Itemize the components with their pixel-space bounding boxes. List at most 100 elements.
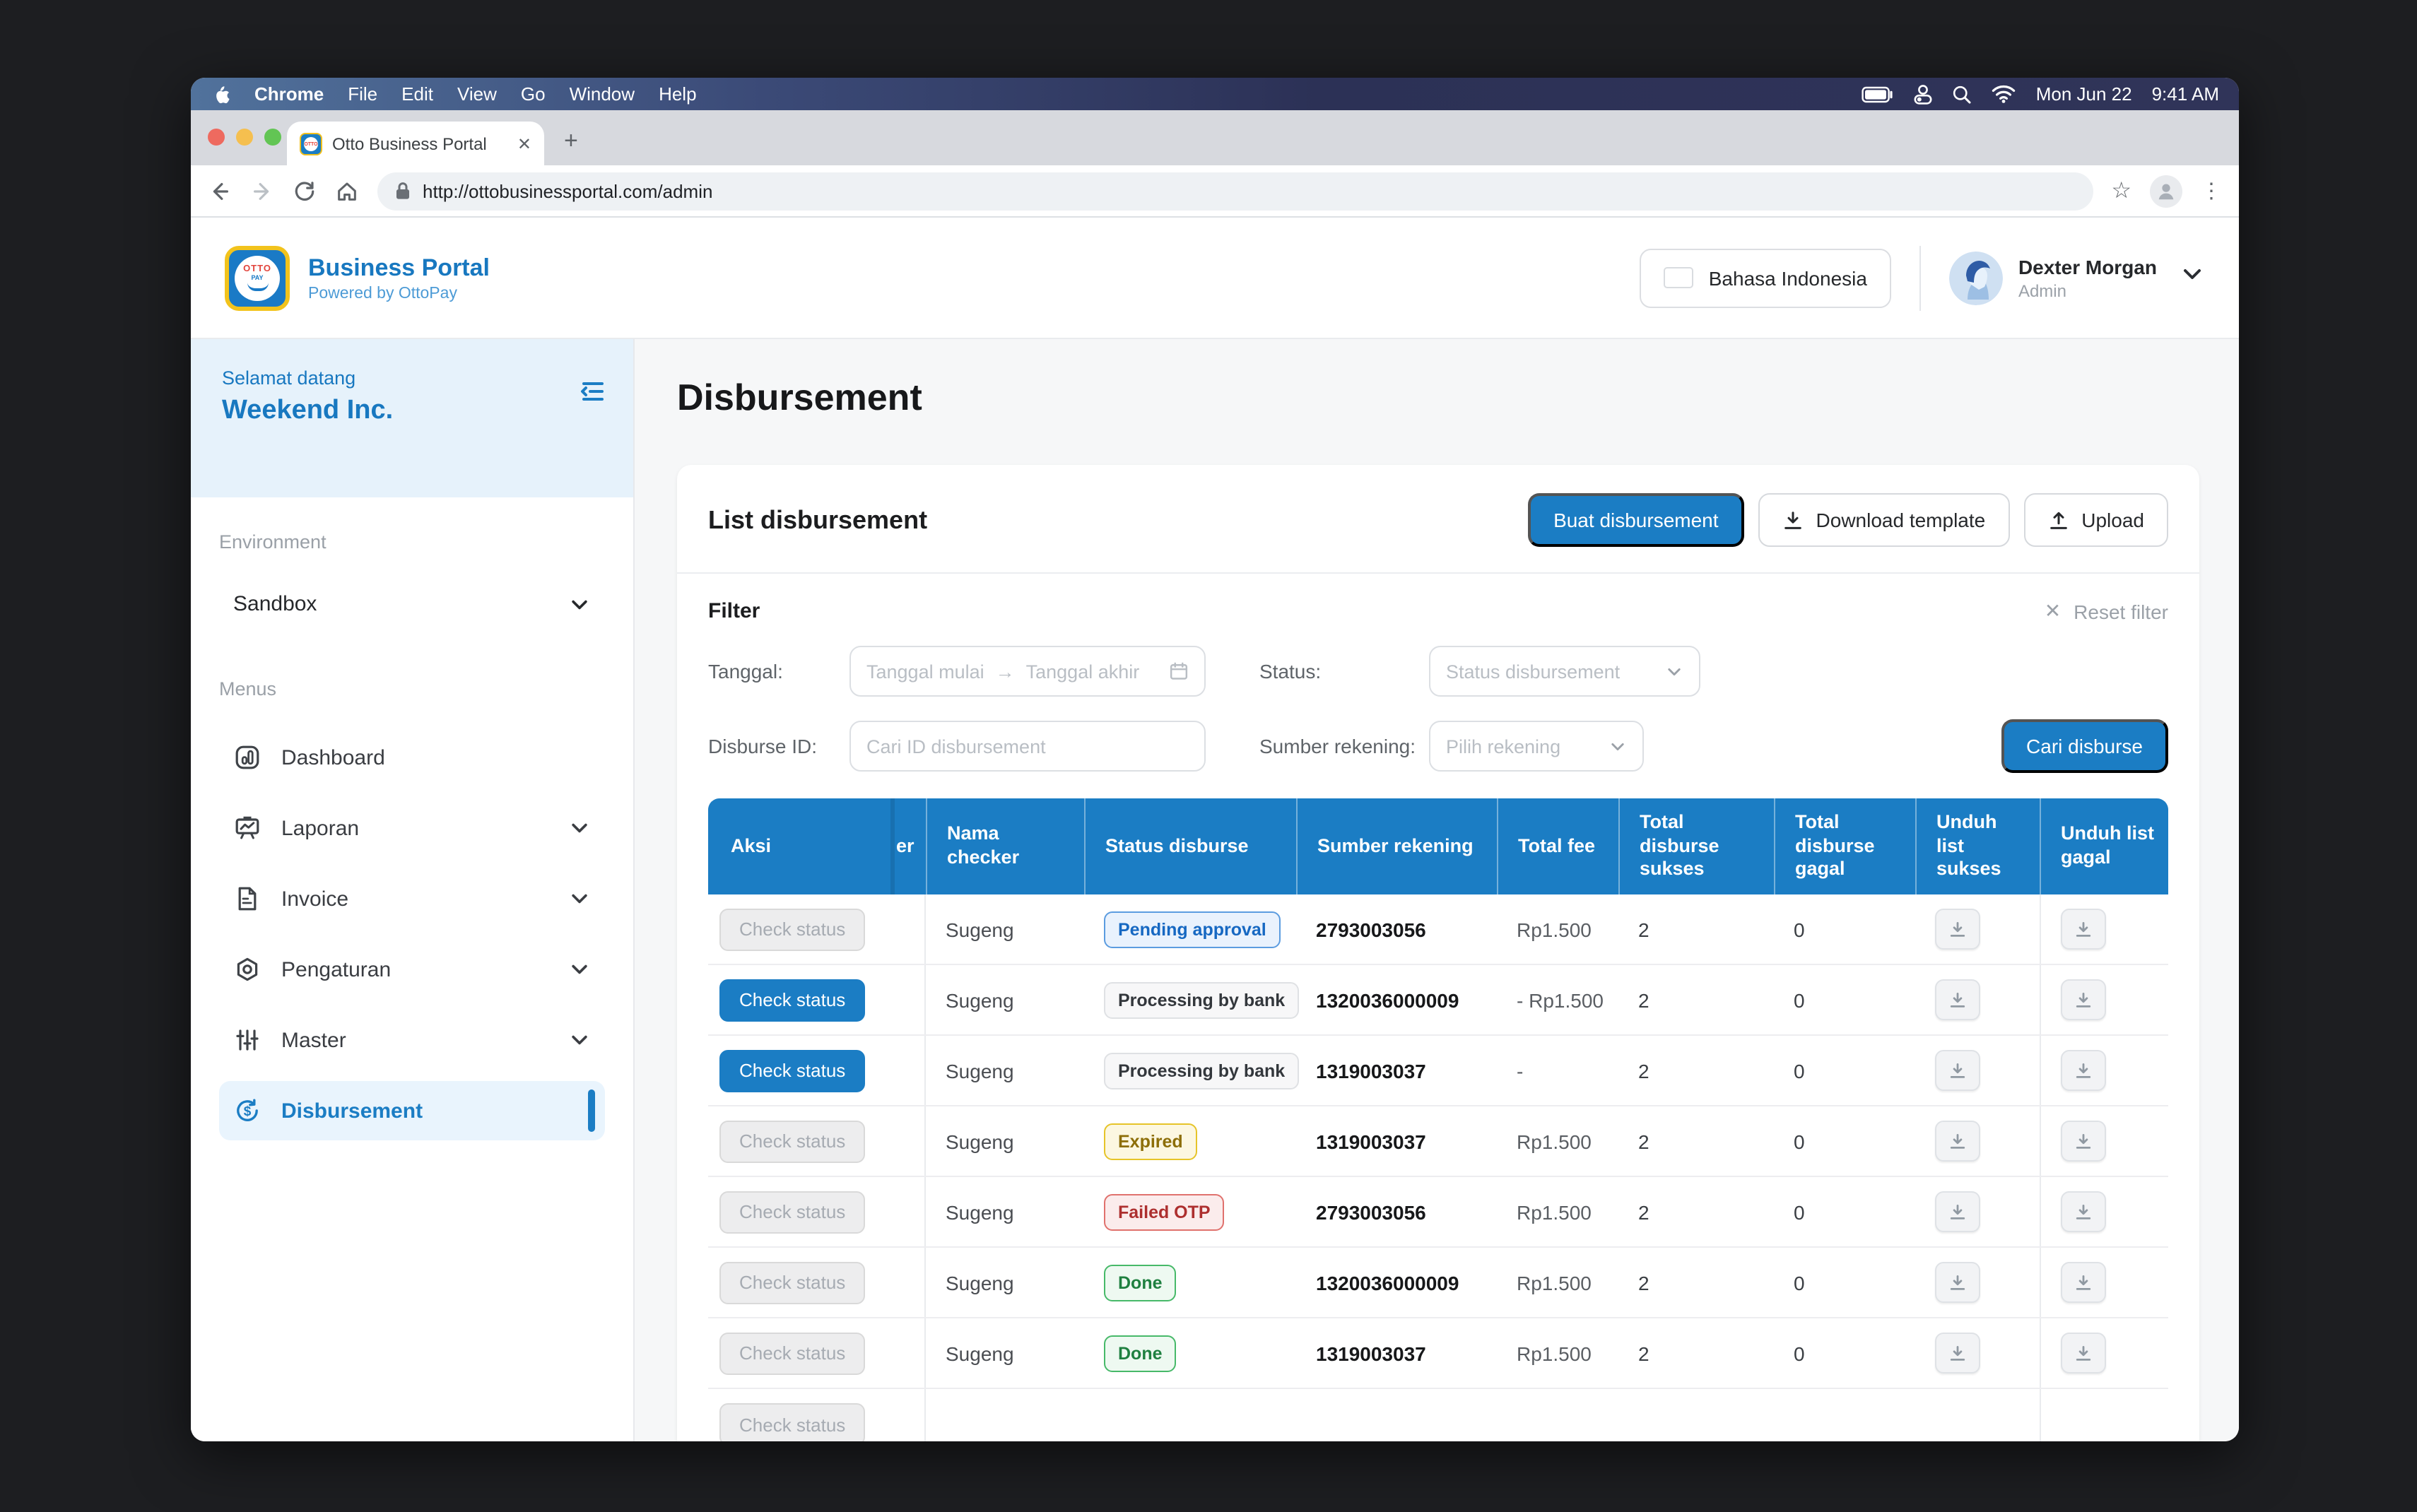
download-gagal-button[interactable] <box>2061 1262 2106 1303</box>
download-sukses-button[interactable] <box>1935 909 1980 950</box>
user-chevron-down-icon[interactable] <box>2180 261 2205 294</box>
sidebar-item-pengaturan[interactable]: Pengaturan <box>219 940 605 999</box>
menu-help[interactable]: Help <box>659 83 697 105</box>
control-center-icon[interactable] <box>1915 84 1933 104</box>
invoice-icon <box>233 885 261 913</box>
download-gagal-button[interactable] <box>2061 1191 2106 1232</box>
download-gagal-button[interactable] <box>2061 1121 2106 1162</box>
disburse-id-input[interactable] <box>866 736 1189 757</box>
filter-title: Filter <box>708 599 760 623</box>
sidebar-item-invoice[interactable]: Invoice <box>219 869 605 928</box>
status-select[interactable]: Status disbursement <box>1429 646 1700 697</box>
download-sukses-button[interactable] <box>1935 1050 1980 1091</box>
tab-close-icon[interactable]: ✕ <box>517 134 531 153</box>
menu-window[interactable]: Window <box>570 83 635 105</box>
reload-icon[interactable] <box>293 179 317 203</box>
active-indicator <box>588 1089 595 1132</box>
apple-menu-icon[interactable] <box>211 83 230 105</box>
download-sukses-button[interactable] <box>1935 1333 1980 1374</box>
upload-button[interactable]: Upload <box>2023 493 2168 547</box>
sukses-cell: 2 <box>1618 1248 1774 1317</box>
sukses-cell: 2 <box>1618 1318 1774 1388</box>
download-gagal-button[interactable] <box>2061 1050 2106 1091</box>
status-badge: Done <box>1104 1264 1177 1301</box>
menu-edit[interactable]: Edit <box>401 83 433 105</box>
back-icon[interactable] <box>208 179 232 203</box>
check-status-button[interactable]: Check status <box>719 1120 865 1162</box>
check-status-button[interactable]: Check status <box>719 1261 865 1304</box>
gagal-cell: 0 <box>1774 965 1915 1034</box>
table-row: Check status Sugeng Done 1319003037 Rp1.… <box>708 1318 2168 1389</box>
window-minimize-button[interactable] <box>236 129 253 146</box>
sidebar-item-dashboard[interactable]: Dashboard <box>219 728 605 787</box>
sidebar-item-label: Invoice <box>281 887 568 911</box>
sliders-icon <box>233 1026 261 1054</box>
fee-cell: Rp1.500 <box>1497 1177 1618 1246</box>
col-unduh-sukses: Unduh list sukses <box>1915 798 2040 894</box>
check-status-button[interactable]: Check status <box>719 1403 865 1441</box>
tab-favicon-icon: OTTO <box>300 132 322 155</box>
menu-file[interactable]: File <box>348 83 377 105</box>
environment-value: Sandbox <box>233 592 568 616</box>
sidebar-welcome: Selamat datang Weekend Inc. <box>191 339 633 497</box>
check-status-button[interactable]: Check status <box>719 979 865 1021</box>
browser-menu-icon[interactable]: ⋮ <box>2201 178 2222 203</box>
language-button[interactable]: Bahasa Indonesia <box>1640 248 1891 307</box>
sidebar-item-label: Pengaturan <box>281 957 568 981</box>
download-gagal-button[interactable] <box>2061 909 2106 950</box>
user-avatar[interactable] <box>1949 251 2003 305</box>
status-badge: Processing by bank <box>1104 1052 1299 1089</box>
tanggal-akhir-placeholder: Tanggal akhir <box>1026 661 1140 682</box>
sidebar: Selamat datang Weekend Inc. Environment … <box>191 339 635 1441</box>
download-sukses-button[interactable] <box>1935 979 1980 1020</box>
reset-filter-button[interactable]: ✕ Reset filter <box>2045 599 2168 623</box>
window-close-button[interactable] <box>208 129 225 146</box>
cari-disburse-button[interactable]: Cari disburse <box>2001 719 2168 773</box>
spotlight-search-icon[interactable] <box>1953 84 1972 104</box>
close-icon: ✕ <box>2045 599 2061 623</box>
menu-date[interactable]: Mon Jun 22 <box>2036 83 2132 105</box>
forward-icon[interactable] <box>250 179 274 203</box>
settings-icon <box>233 955 261 984</box>
gagal-cell: 0 <box>1774 1248 1915 1317</box>
window-zoom-button[interactable] <box>264 129 281 146</box>
download-sukses-button[interactable] <box>1935 1121 1980 1162</box>
sidebar-item-label: Dashboard <box>281 745 591 769</box>
chevron-down-icon <box>568 817 591 839</box>
wifi-icon[interactable] <box>1992 85 2016 103</box>
menu-time[interactable]: 9:41 AM <box>2152 83 2219 105</box>
check-status-button[interactable]: Check status <box>719 1332 865 1374</box>
browser-tab[interactable]: OTTO Otto Business Portal ✕ <box>287 122 544 165</box>
date-range-input[interactable]: Tanggal mulai → Tanggal akhir <box>849 646 1206 697</box>
col-total-sukses: Total disburse sukses <box>1618 798 1774 894</box>
sidebar-collapse-icon[interactable] <box>577 376 608 414</box>
tanggal-label: Tanggal: <box>708 660 849 683</box>
download-gagal-button[interactable] <box>2061 979 2106 1020</box>
sumber-rekening-select[interactable]: Pilih rekening <box>1429 721 1644 772</box>
address-bar[interactable]: http://ottobusinessportal.com/admin <box>377 172 2093 210</box>
logo-sub-text: PAY <box>251 274 263 281</box>
sidebar-item-master[interactable]: Master <box>219 1010 605 1070</box>
environment-select[interactable]: Sandbox <box>219 592 605 616</box>
sidebar-item-disbursement[interactable]: $ Disbursement <box>219 1081 605 1140</box>
download-sukses-button[interactable] <box>1935 1191 1980 1232</box>
sumber-placeholder: Pilih rekening <box>1446 736 1560 757</box>
check-status-button[interactable]: Check status <box>719 1191 865 1233</box>
menu-go[interactable]: Go <box>521 83 546 105</box>
status-label: Status: <box>1259 660 1429 683</box>
menu-app-name[interactable]: Chrome <box>254 83 324 105</box>
new-tab-button[interactable]: + <box>564 127 578 155</box>
download-sukses-button[interactable] <box>1935 1262 1980 1303</box>
bookmark-star-icon[interactable]: ☆ <box>2111 177 2131 205</box>
battery-icon[interactable] <box>1862 85 1895 102</box>
sidebar-item-laporan[interactable]: Laporan <box>219 798 605 858</box>
url-text: http://ottobusinessportal.com/admin <box>423 180 712 201</box>
home-icon[interactable] <box>335 179 359 203</box>
download-gagal-button[interactable] <box>2061 1333 2106 1374</box>
browser-profile-icon[interactable] <box>2150 175 2182 207</box>
create-disbursement-button[interactable]: Buat disbursement <box>1528 493 1743 547</box>
check-status-button[interactable]: Check status <box>719 908 865 950</box>
check-status-button[interactable]: Check status <box>719 1049 865 1092</box>
menu-view[interactable]: View <box>457 83 497 105</box>
download-template-button[interactable]: Download template <box>1758 493 2010 547</box>
